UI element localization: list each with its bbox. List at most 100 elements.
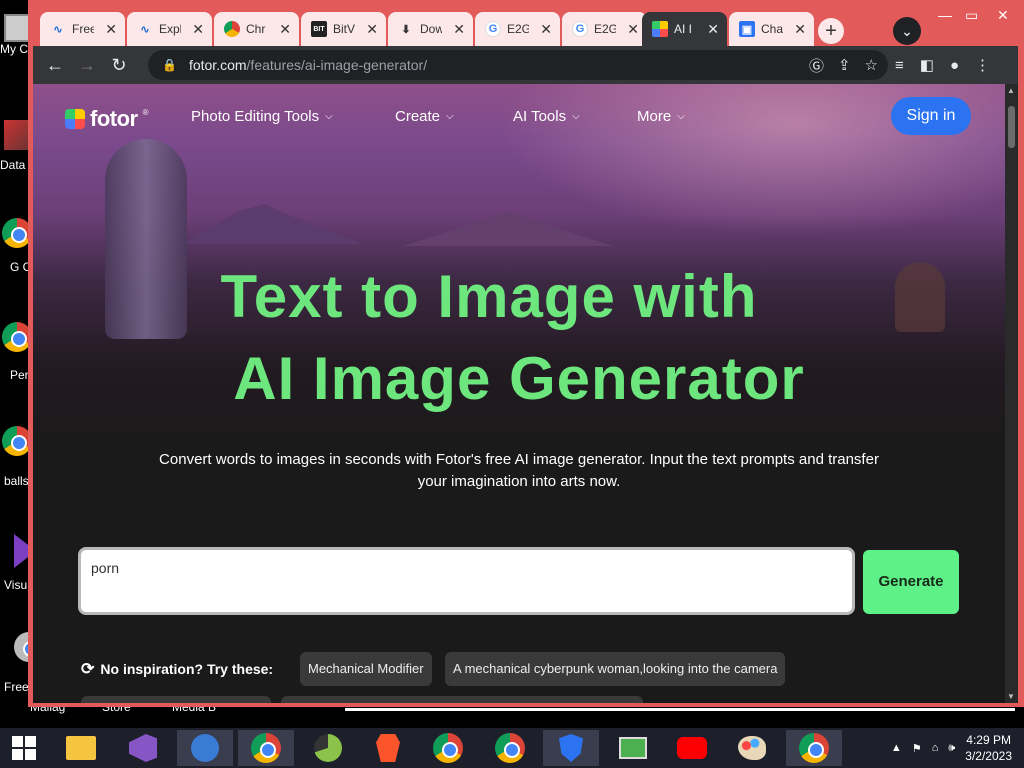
tab-cha[interactable]: ▣ Cha ✕ (729, 12, 814, 46)
close-icon[interactable]: ✕ (192, 21, 204, 38)
close-icon[interactable]: ✕ (794, 21, 806, 38)
tray-chevron-up-icon[interactable]: ▲ (891, 742, 902, 754)
network-icon[interactable]: ⌂ (932, 742, 939, 754)
suggestion-chip[interactable]: Mechanical Modifier (300, 652, 432, 686)
flag-icon[interactable]: ⚑ (912, 742, 922, 755)
share-icon[interactable]: ⇪ (838, 56, 851, 74)
clock[interactable]: 4:29 PM 3/2/2023 (965, 732, 1012, 764)
system-tray: ▲ ⚑ ⌂ 🕪 4:29 PM 3/2/2023 (891, 728, 1024, 768)
tab-free[interactable]: ∿ Free ✕ (40, 12, 125, 46)
maximize-icon[interactable]: ▭ (965, 7, 978, 24)
wave-icon: ∿ (140, 23, 150, 36)
close-window-icon[interactable]: ✕ (997, 7, 1009, 24)
browser-content: ∿ Free ✕ ∿ Expl ✕ Chr ✕ BIT BitV ✕ ⬇ Dow… (33, 4, 1018, 703)
reload-icon[interactable]: ↻ (103, 55, 135, 76)
chevron-down-icon: ⌵ (446, 111, 454, 122)
google-icon: G (485, 21, 501, 37)
tab-e2g-1[interactable]: G E2G ✕ (475, 12, 560, 46)
scroll-up-icon[interactable]: ▲ (1007, 86, 1015, 95)
scroll-thumb[interactable] (1008, 106, 1015, 148)
tab-expl[interactable]: ∿ Expl ✕ (127, 12, 212, 46)
chrome-profile-icon[interactable] (420, 730, 476, 766)
prompt-value: porn (91, 560, 120, 576)
defender-icon[interactable] (543, 730, 599, 766)
close-icon[interactable]: ✕ (366, 21, 378, 38)
mountain-right (403, 212, 613, 246)
hero-subtitle: Convert words to images in seconds with … (159, 451, 879, 490)
download-icon: ⬇ (401, 23, 411, 36)
mountain-left (183, 204, 363, 244)
chevron-down-icon: ⌵ (677, 111, 685, 122)
prompt-input[interactable]: porn (78, 547, 855, 615)
start-button[interactable] (0, 730, 48, 766)
refresh-icon[interactable]: ⟳ (81, 659, 94, 679)
chevron-down-icon: ⌵ (325, 111, 333, 122)
nav-create[interactable]: Create ⌵ (395, 108, 454, 125)
tools-icon[interactable] (177, 730, 233, 766)
scroll-down-icon[interactable]: ▼ (1007, 692, 1015, 701)
nav-photo-editing-tools[interactable]: Photo Editing Tools ⌵ (191, 108, 333, 125)
inspiration-label: ⟳ No inspiration? Try these: (81, 659, 274, 679)
sign-in-button[interactable]: Sign in (891, 97, 971, 135)
close-icon[interactable]: ✕ (453, 21, 465, 38)
suggestion-chip-partial[interactable] (81, 696, 271, 703)
chrome-icon[interactable] (786, 730, 842, 766)
google-lens-icon[interactable]: Ⓖ (809, 55, 824, 76)
tab-bitv[interactable]: BIT BitV ✕ (301, 12, 386, 46)
back-icon[interactable]: ← (39, 55, 71, 76)
volume-icon[interactable]: 🕪 (948, 742, 955, 755)
fotor-logo-icon (65, 109, 85, 129)
bookmark-star-icon[interactable]: ☆ (865, 56, 878, 74)
wave-icon: ∿ (53, 23, 63, 36)
lock-icon: 🔒 (162, 58, 177, 72)
web-page: fotor ® Photo Editing Tools ⌵ Create ⌵ AI … (33, 84, 1005, 703)
fotor-logo[interactable]: fotor ® (65, 106, 149, 132)
google-icon: G (572, 21, 588, 37)
menu-kebab-icon[interactable]: ⋮ (975, 56, 990, 74)
tab-e2g-2[interactable]: G E2G ✕ (562, 12, 647, 46)
browser-window: ∿ Free ✕ ∿ Expl ✕ Chr ✕ BIT BitV ✕ ⬇ Dow… (28, 0, 1024, 707)
generate-button[interactable]: Generate (863, 550, 959, 614)
suggestion-chip[interactable]: A mechanical cyberpunk woman,looking int… (445, 652, 786, 686)
close-icon[interactable]: ✕ (627, 21, 639, 38)
media-control-icon[interactable]: ≡ (895, 57, 904, 74)
youtube-icon[interactable] (664, 730, 720, 766)
computer-icon (4, 14, 30, 42)
cleaner-icon[interactable] (300, 730, 356, 766)
close-icon[interactable]: ✕ (105, 21, 117, 38)
chrome-profile2-icon[interactable] (482, 730, 538, 766)
tab-search-button[interactable]: ⌄ (893, 17, 921, 45)
suggestion-chip-partial[interactable] (281, 696, 643, 703)
bitview-icon: BIT (311, 21, 327, 37)
file-explorer-icon[interactable] (53, 730, 109, 766)
hero-title-line2: AI Image Generator (233, 345, 805, 412)
url-domain: fotor.com (188, 57, 247, 73)
profile-icon[interactable]: ● (950, 57, 959, 74)
side-panel-icon[interactable]: ◧ (920, 56, 934, 74)
windows-icon (12, 736, 36, 760)
white-bar (345, 708, 1015, 711)
visual-studio-icon[interactable] (115, 730, 171, 766)
tab-ai-image[interactable]: AI I ✕ (642, 12, 727, 46)
brave-icon[interactable] (360, 730, 416, 766)
chevron-down-icon: ⌵ (572, 111, 580, 122)
close-icon[interactable]: ✕ (707, 21, 719, 38)
nav-ai-tools[interactable]: AI Tools ⌵ (513, 108, 580, 125)
close-icon[interactable]: ✕ (540, 21, 552, 38)
close-icon[interactable]: ✕ (279, 21, 291, 38)
new-tab-button[interactable]: + (818, 18, 844, 44)
forward-icon[interactable]: → (71, 55, 103, 76)
minimize-icon[interactable]: — (938, 7, 952, 23)
url-path: /features/ai-image-generator/ (246, 57, 428, 73)
paint-icon[interactable] (724, 730, 780, 766)
tab-strip: ∿ Free ✕ ∿ Expl ✕ Chr ✕ BIT BitV ✕ ⬇ Dow… (33, 4, 1018, 46)
tab-dow[interactable]: ⬇ Dow ✕ (388, 12, 473, 46)
terminal-icon[interactable] (605, 730, 661, 766)
address-bar[interactable]: 🔒 fotor.com/features/ai-image-generator/… (148, 50, 888, 80)
chat-icon: ▣ (739, 21, 755, 37)
page-scrollbar[interactable]: ▲ ▼ (1005, 84, 1018, 703)
chrome-user-icon[interactable] (238, 730, 294, 766)
hero-title-line1: Text to Image with (220, 263, 758, 330)
tab-chr[interactable]: Chr ✕ (214, 12, 299, 46)
nav-more[interactable]: More ⌵ (637, 108, 685, 125)
